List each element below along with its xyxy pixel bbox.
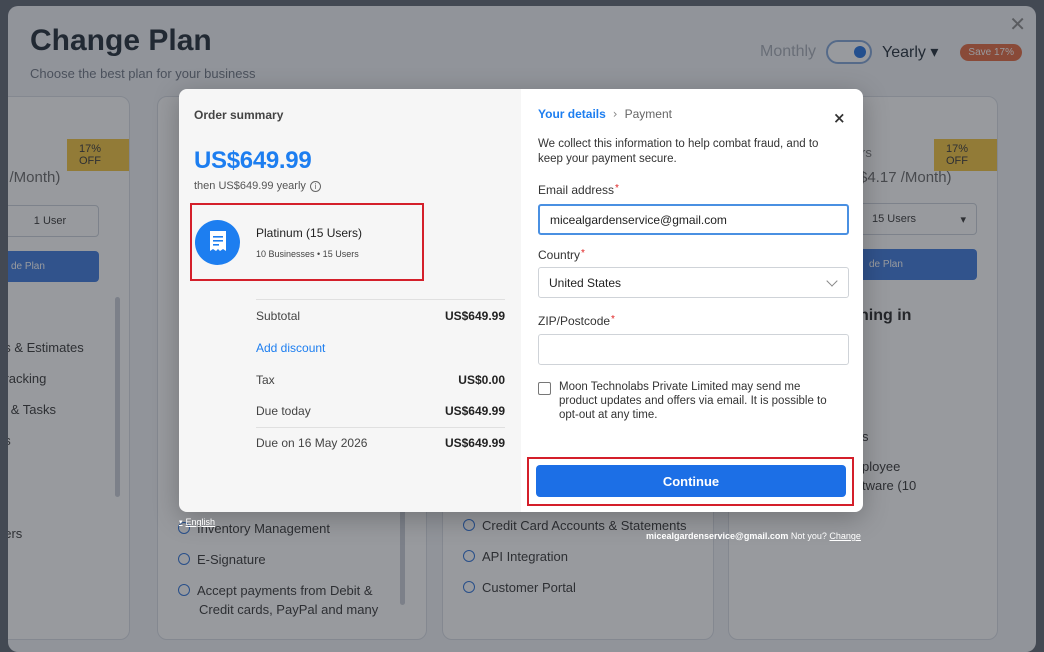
continue-button[interactable]: Continue: [536, 465, 846, 497]
due-today-value: US$649.99: [444, 404, 505, 418]
crumb-payment[interactable]: Payment: [625, 107, 672, 121]
change-account-link[interactable]: Change: [829, 531, 861, 541]
crumb-your-details[interactable]: Your details: [538, 107, 606, 121]
checkout-modal: Order summary US$649.99 then US$649.99 y…: [179, 89, 863, 512]
zip-label: ZIP/Postcode*: [538, 314, 615, 328]
language-selector[interactable]: ▾ English: [179, 517, 215, 527]
consent-option: Moon Technolabs Private Limited may send…: [538, 380, 841, 422]
plan-meta: 10 Businesses • 15 Users: [256, 248, 359, 259]
subtotal-value: US$649.99: [444, 309, 505, 323]
subtotal-row: Subtotal US$649.99: [256, 309, 505, 323]
divider: [256, 427, 505, 428]
consent-checkbox[interactable]: [538, 382, 551, 395]
account-line: micealgardenservice@gmail.com Not you? C…: [646, 531, 861, 541]
close-icon[interactable]: ×: [833, 109, 846, 127]
required-asterisk: *: [581, 248, 585, 259]
due-on-value: US$649.99: [444, 436, 505, 450]
not-you-text: Not you?: [790, 531, 827, 541]
country-label: Country*: [538, 248, 585, 262]
account-email: micealgardenservice@gmail.com: [646, 531, 789, 541]
details-panel: Your details › Payment × We collect this…: [521, 89, 863, 512]
add-discount-link[interactable]: Add discount: [256, 341, 325, 355]
country-select[interactable]: United States: [538, 267, 849, 298]
order-total-price: US$649.99: [194, 147, 312, 174]
caret-down-icon: ▾: [179, 519, 183, 526]
tax-label: Tax: [256, 373, 275, 387]
tax-value: US$0.00: [458, 373, 505, 387]
due-on-row: Due on 16 May 2026 US$649.99: [256, 436, 505, 450]
chevron-right-icon: ›: [612, 107, 618, 121]
due-today-row: Due today US$649.99: [256, 404, 505, 418]
renewal-note: then US$649.99 yearly i: [194, 180, 321, 192]
consent-text: Moon Technolabs Private Limited may send…: [559, 381, 827, 421]
subtotal-label: Subtotal: [256, 309, 301, 323]
info-icon[interactable]: i: [309, 180, 321, 192]
divider: [256, 299, 505, 300]
breadcrumb: Your details › Payment: [538, 107, 672, 121]
required-asterisk: *: [615, 183, 619, 194]
tax-row: Tax US$0.00: [256, 373, 505, 387]
plan-name: Platinum (15 Users): [256, 225, 363, 240]
receipt-icon: [195, 219, 240, 265]
info-text: We collect this information to help comb…: [538, 138, 819, 165]
due-today-label: Due today: [256, 404, 311, 418]
order-summary-title: Order summary: [194, 108, 284, 122]
continue-highlight: Continue: [527, 457, 854, 506]
plan-summary-highlight: Platinum (15 Users) 10 Businesses • 15 U…: [190, 203, 424, 281]
order-summary-panel: Order summary US$649.99 then US$649.99 y…: [179, 89, 521, 512]
chevron-down-icon: [826, 275, 838, 287]
email-field[interactable]: micealgardenservice@gmail.com: [538, 204, 849, 235]
zip-field[interactable]: [538, 334, 849, 365]
due-on-label: Due on 16 May 2026: [256, 436, 368, 450]
required-asterisk: *: [611, 314, 615, 325]
email-label: Email address*: [538, 183, 619, 197]
